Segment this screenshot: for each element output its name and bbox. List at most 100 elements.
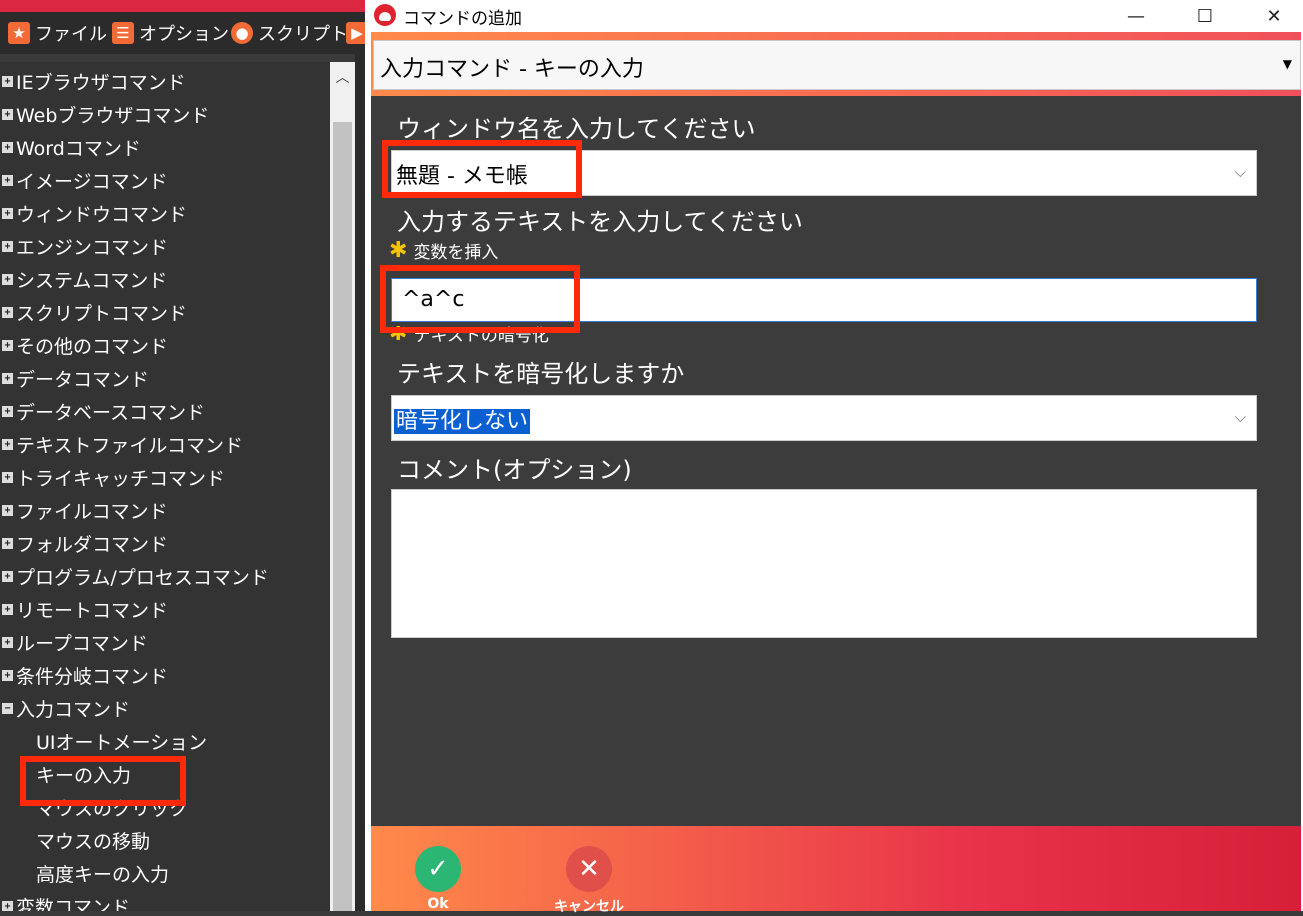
ok-label: Ok — [427, 896, 449, 912]
tree-item-database[interactable]: + データベースコマンド — [2, 396, 205, 426]
tree-child-advanced-keys[interactable]: 高度キーの入力 — [36, 858, 169, 888]
expand-icon[interactable]: + — [2, 537, 13, 549]
comment-label: コメント(オプション) — [397, 456, 632, 484]
expand-icon[interactable]: + — [2, 240, 13, 252]
dialog-titlebar: コマンドの追加 — ☐ ✕ — [365, 0, 1303, 32]
tree-item-engine[interactable]: + エンジンコマンド — [2, 231, 168, 261]
window-name-label: ウィンドウ名を入力してください — [397, 115, 756, 143]
close-icon: ✕ — [1266, 5, 1282, 27]
tree-item-remote[interactable]: + リモートコマンド — [2, 594, 168, 624]
input-text-label: 入力するテキストを入力してください — [397, 208, 803, 236]
expand-icon[interactable]: + — [2, 273, 13, 285]
maximize-button[interactable]: ☐ — [1182, 0, 1228, 32]
tree-item-input[interactable]: − 入力コマンド — [2, 693, 130, 723]
expand-icon[interactable]: + — [2, 669, 13, 681]
cancel-button[interactable]: ✕ キャンセル — [554, 846, 624, 916]
tree-child-label: UIオートメーション — [36, 731, 208, 754]
menu-file[interactable]: ★ ファイル — [8, 20, 107, 46]
encrypt-value: 暗号化しない — [394, 409, 531, 434]
tree-item-label: 変数コマンド — [16, 896, 131, 912]
expand-icon[interactable]: + — [2, 570, 13, 582]
cancel-label: キャンセル — [554, 899, 624, 915]
tree-item-ie-browser[interactable]: + IEブラウザコマンド — [2, 66, 186, 96]
tree-item-label: リモートコマンド — [16, 599, 169, 622]
comment-textarea[interactable] — [391, 489, 1257, 638]
tree-child-label: マウスの移動 — [36, 830, 151, 853]
tree-item-image[interactable]: + イメージコマンド — [2, 165, 168, 195]
insert-variable-label: 変数を挿入 — [413, 243, 499, 263]
ok-button[interactable]: ✓ Ok — [403, 846, 473, 912]
tree-item-system[interactable]: + システムコマンド — [2, 264, 167, 294]
tree-item-label: ファイルコマンド — [16, 500, 168, 523]
expand-icon[interactable]: + — [2, 339, 13, 351]
record-icon: ● — [231, 22, 253, 44]
tree-item-web-browser[interactable]: + Webブラウザコマンド — [2, 99, 209, 129]
command-select[interactable]: 入力コマンド - キーの入力 ▼ — [373, 40, 1301, 90]
tree-item-label: データベースコマンド — [16, 401, 206, 424]
expand-icon[interactable]: + — [2, 75, 13, 87]
tree-scrollbar[interactable]: ︿ — [330, 62, 355, 911]
expand-icon[interactable]: + — [2, 372, 13, 384]
tree-item-label: フォルダコマンド — [16, 533, 169, 556]
menu-script-label: スクリプト — [258, 24, 348, 45]
tree-item-process[interactable]: + プログラム/プロセスコマンド — [2, 561, 269, 591]
encrypt-combobox[interactable]: 暗号化しない ⌵ — [391, 395, 1257, 441]
tree-item-label: システムコマンド — [16, 269, 168, 292]
tree-item-variable[interactable]: + 変数コマンド — [2, 891, 130, 911]
expand-icon[interactable]: + — [2, 636, 13, 648]
tree-item-data[interactable]: + データコマンド — [2, 363, 149, 393]
expand-icon[interactable]: + — [2, 207, 13, 219]
menu-bar: ★ ファイル ☰ オプション ● スクリプト ▶ — [0, 12, 370, 54]
expand-icon[interactable]: + — [2, 471, 13, 483]
asterisk-icon: ✱ — [389, 238, 408, 263]
highlight-box-input-text — [380, 265, 580, 333]
tree-item-condition[interactable]: + 条件分岐コマンド — [2, 660, 168, 690]
minimize-button[interactable]: — — [1113, 0, 1159, 32]
tree-item-label: Wordコマンド — [16, 137, 141, 160]
tree-child-ui-automation[interactable]: UIオートメーション — [36, 726, 207, 756]
dialog-title: コマンドの追加 — [403, 9, 522, 29]
add-command-dialog: コマンドの追加 — ☐ ✕ 入力コマンド - キーの入力 ▼ ウィンドウ名を入力… — [365, 0, 1303, 915]
menu-options[interactable]: ☰ オプション — [112, 20, 229, 46]
tree-item-label: スクリプトコマンド — [16, 302, 188, 325]
highlight-box-window-name — [382, 140, 582, 198]
tree-item-label: IEブラウザコマンド — [16, 71, 186, 94]
tree-item-label: 条件分岐コマンド — [16, 665, 169, 688]
insert-variable-link[interactable]: ✱ 変数を挿入 — [389, 238, 498, 263]
tree-item-window[interactable]: + ウィンドウコマンド — [2, 198, 187, 228]
tree-item-label: ループコマンド — [16, 632, 148, 655]
tree-item-label: ウィンドウコマンド — [16, 203, 188, 226]
chevron-down-icon[interactable]: ⌵ — [1235, 408, 1246, 426]
cancel-x-icon: ✕ — [566, 846, 612, 892]
close-button[interactable]: ✕ — [1251, 0, 1297, 32]
menu-options-label: オプション — [139, 24, 229, 45]
scroll-thumb[interactable] — [333, 122, 352, 911]
tree-child-mouse-move[interactable]: マウスの移動 — [36, 825, 150, 855]
tree-item-label: データコマンド — [16, 368, 150, 391]
tree-item-other[interactable]: + その他のコマンド — [2, 330, 168, 360]
expand-icon[interactable]: + — [2, 174, 13, 186]
expand-icon[interactable]: + — [2, 108, 13, 120]
tree-item-label: トライキャッチコマンド — [16, 467, 226, 490]
expand-icon[interactable]: + — [2, 504, 13, 516]
expand-icon[interactable]: + — [2, 405, 13, 417]
expand-icon[interactable]: + — [2, 603, 13, 615]
expand-icon[interactable]: + — [2, 438, 13, 450]
tree-item-file[interactable]: + ファイルコマンド — [2, 495, 168, 525]
tree-item-folder[interactable]: + フォルダコマンド — [2, 528, 168, 558]
collapse-icon[interactable]: − — [2, 702, 13, 714]
app-logo-icon — [374, 4, 396, 26]
expand-icon[interactable]: + — [2, 141, 13, 153]
tree-item-trycatch[interactable]: + トライキャッチコマンド — [2, 462, 225, 492]
chevron-down-icon[interactable]: ⌵ — [1235, 163, 1246, 181]
menu-script[interactable]: ● スクリプト — [231, 20, 348, 46]
tree-item-word[interactable]: + Wordコマンド — [2, 132, 141, 162]
expand-icon[interactable]: + — [2, 900, 13, 911]
tree-item-label: その他のコマンド — [16, 335, 169, 358]
tree-item-label: テキストファイルコマンド — [16, 434, 244, 457]
expand-icon[interactable]: + — [2, 306, 13, 318]
chevron-up-icon[interactable]: ︿ — [330, 62, 355, 92]
tree-item-textfile[interactable]: + テキストファイルコマンド — [2, 429, 243, 459]
tree-item-script[interactable]: + スクリプトコマンド — [2, 297, 187, 327]
tree-item-loop[interactable]: + ループコマンド — [2, 627, 148, 657]
